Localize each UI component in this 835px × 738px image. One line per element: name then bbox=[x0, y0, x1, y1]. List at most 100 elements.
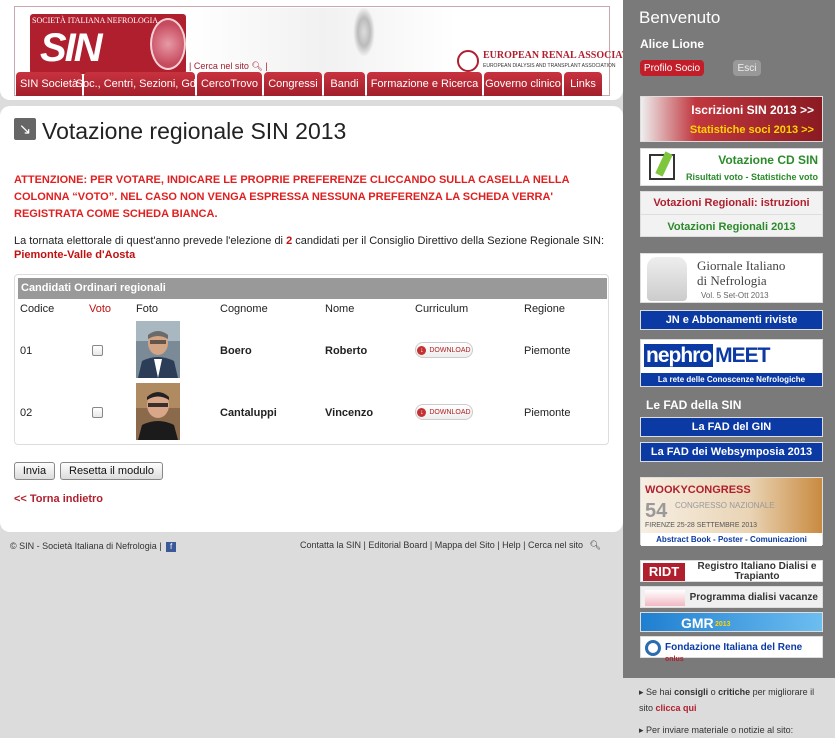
note-critiche: critiche bbox=[718, 687, 751, 697]
intro-before: La tornata elettorale di quest'anno prev… bbox=[14, 235, 287, 247]
vote-checkbox[interactable] bbox=[92, 345, 103, 356]
reset-button[interactable]: Resetta il modulo bbox=[60, 462, 163, 480]
nav-governo-clinico[interactable]: Governo clinico bbox=[484, 72, 562, 96]
programma-dialisi-banner[interactable]: Programma dialisi vacanze bbox=[640, 586, 823, 608]
gin-title-2: di Nefrologia bbox=[697, 273, 767, 288]
feedback-link[interactable]: clicca qui bbox=[656, 703, 697, 713]
profile-button[interactable]: Profilo Socio bbox=[640, 60, 704, 76]
gmr-label: GMR bbox=[681, 615, 714, 631]
iscrizioni-banner[interactable]: Iscrizioni SIN 2013 >> Statistiche soci … bbox=[640, 96, 823, 142]
vote-checkbox[interactable] bbox=[92, 407, 103, 418]
col-regione: Regione bbox=[524, 303, 565, 315]
header-search-label: | Cerca nel sito bbox=[189, 61, 249, 71]
ridt-logo: RIDT bbox=[643, 563, 685, 581]
main-content: ↘ Votazione regionale SIN 2013 ATTENZION… bbox=[0, 106, 623, 532]
statistiche-label: Statistiche soci 2013 >> bbox=[689, 124, 814, 136]
download-cv-button[interactable]: ↓ DOWNLOAD bbox=[415, 404, 473, 420]
nav-sin-societa[interactable]: SIN Società bbox=[16, 72, 82, 96]
footer-links[interactable]: Contatta la SIN | Editorial Board | Mapp… bbox=[300, 540, 601, 551]
page: SOCIETÀ ITALIANA NEFROLOGIA SIN | Cerca … bbox=[0, 0, 835, 735]
votazione-cd-banner[interactable]: Votazione CD SIN Risultati voto - Statis… bbox=[640, 148, 823, 186]
fad-gin-link[interactable]: La FAD del GIN bbox=[640, 417, 823, 437]
nav-bandi[interactable]: Bandi bbox=[324, 72, 365, 96]
nav-links[interactable]: Links bbox=[564, 72, 602, 96]
fad-heading: Le FAD della SIN bbox=[646, 398, 742, 412]
gmr-banner[interactable]: GMR 2013 bbox=[640, 612, 823, 632]
era-subtitle: EUROPEAN DIALYSIS AND TRANSPLANT ASSOCIA… bbox=[483, 63, 616, 69]
cell-nome: Vincenzo bbox=[325, 407, 374, 419]
page-title: Votazione regionale SIN 2013 bbox=[42, 118, 347, 144]
fondazione-name: Fondazione Italiana del Rene bbox=[665, 642, 803, 653]
cell-codice: 01 bbox=[20, 345, 33, 357]
note-part: o bbox=[708, 687, 719, 697]
ballot-icon bbox=[649, 154, 675, 180]
votazione-cd-label: Votazione CD SIN bbox=[718, 153, 818, 167]
logout-button[interactable]: Esci bbox=[733, 60, 761, 76]
cell-cognome: Cantaluppi bbox=[220, 407, 277, 419]
nephromeet-sub: La rete delle Conoscenze Nefrologiche bbox=[641, 373, 822, 386]
wooky-number: 54 bbox=[645, 500, 668, 522]
era-emblem-icon bbox=[457, 50, 479, 72]
water-drop-image bbox=[353, 7, 375, 57]
votazioni-regionali-link[interactable]: Votazioni Regionali 2013 bbox=[641, 221, 822, 233]
table-row: 02 Cantaluppi Vincenzo ↓ DOWNLOAD Piemont… bbox=[15, 382, 608, 442]
nephromeet-banner[interactable]: nephro MEET La rete delle Conoscenze Nefr… bbox=[640, 339, 823, 387]
fondazione-tag: onlus bbox=[665, 656, 684, 663]
candidate-photo bbox=[136, 321, 180, 378]
sin-logo[interactable]: SOCIETÀ ITALIANA NEFROLOGIA SIN bbox=[30, 14, 186, 74]
note-consigli: consigli bbox=[674, 687, 709, 697]
ridt-text: Registro Italiano Dialisi e Trapianto bbox=[697, 561, 817, 582]
header-search-link[interactable]: | Cerca nel sito 🔍︎ | bbox=[189, 61, 268, 72]
votazioni-istruzioni-link[interactable]: Votazioni Regionali: istruzioni bbox=[641, 197, 822, 209]
wooky-sub: Abstract Book - Poster - Comunicazioni bbox=[641, 533, 822, 546]
arrow-icon: ↘ bbox=[14, 118, 36, 140]
col-nome: Nome bbox=[325, 303, 355, 315]
cell-regione: Piemonte bbox=[524, 345, 571, 357]
kidney-icon bbox=[150, 18, 186, 70]
era-logo[interactable]: EUROPEAN RENAL ASSOCIATION EUROPEAN DIAL… bbox=[457, 49, 647, 73]
nephro-text: nephro bbox=[644, 344, 714, 367]
facebook-icon[interactable]: f bbox=[166, 541, 177, 552]
region-name: Piemonte-Valle d'Aosta bbox=[14, 249, 136, 261]
jn-abbonamenti-link[interactable]: JN e Abbonamenti riviste bbox=[640, 310, 823, 330]
col-curriculum: Curriculum bbox=[415, 303, 469, 315]
col-foto: Foto bbox=[136, 303, 159, 315]
note-part: Se hai bbox=[646, 687, 675, 697]
gmr-year: 2013 bbox=[715, 621, 731, 628]
fondazione-banner[interactable]: Fondazione Italiana del Rene onlus bbox=[640, 636, 823, 663]
col-codice: Codice bbox=[20, 303, 55, 315]
cell-cognome: Boero bbox=[220, 345, 252, 357]
votazioni-regionali-box: Votazioni Regionali: istruzioni Votazion… bbox=[640, 191, 823, 237]
download-icon: ↓ bbox=[417, 407, 427, 417]
wooky-city: FIRENZE 25-28 SETTEMBRE 2013 bbox=[645, 522, 758, 529]
table-row: 01 Boero Roberto ↓ DOWNLOAD Piemonte bbox=[15, 320, 608, 380]
main-nav: SIN Società Soc., Centri, Sezioni, GdS C… bbox=[16, 72, 602, 96]
ridt-banner[interactable]: RIDT Registro Italiano Dialisi e Trapian… bbox=[640, 560, 823, 582]
wooky-title: WOOKYCONGRESS bbox=[645, 484, 751, 496]
wookycongress-banner[interactable]: WOOKYCONGRESS 54 CONGRESSO NAZIONALE FIR… bbox=[640, 477, 823, 546]
send-material-note: ▸ Per inviare materiale o notizie al sit… bbox=[639, 725, 794, 735]
download-cv-button[interactable]: ↓ DOWNLOAD bbox=[415, 342, 473, 358]
search-icon: 🔍︎ bbox=[251, 61, 263, 71]
nav-soc-centri[interactable]: Soc., Centri, Sezioni, GdS bbox=[76, 72, 203, 96]
col-voto: Voto bbox=[89, 303, 112, 315]
iscrizioni-label: Iscrizioni SIN 2013 >> bbox=[691, 103, 814, 117]
back-link[interactable]: << Torna indietro bbox=[14, 493, 103, 505]
fad-websymposia-link[interactable]: La FAD dei Websymposia 2013 bbox=[640, 442, 823, 462]
download-label: DOWNLOAD bbox=[429, 408, 471, 416]
sidebar-notes: ▸ Se hai consigli o critiche per miglior… bbox=[623, 678, 835, 735]
download-label: DOWNLOAD bbox=[429, 346, 471, 354]
nephromeet-logo: nephro MEET bbox=[644, 344, 772, 368]
warning-text: ATTENZIONE: PER VOTARE, INDICARE LE PROP… bbox=[14, 174, 570, 220]
intro-after: candidati per il Consiglio Direttivo del… bbox=[292, 235, 605, 247]
logo-top-text: SOCIETÀ ITALIANA NEFROLOGIA bbox=[32, 16, 159, 25]
submit-button[interactable]: Invia bbox=[14, 462, 55, 480]
nav-cercotrovo[interactable]: CercoTrovo bbox=[197, 72, 262, 96]
nav-formazione[interactable]: Formazione e Ricerca bbox=[367, 72, 482, 96]
footer-links-text: Contatta la SIN | Editorial Board | Mapp… bbox=[300, 540, 583, 550]
nav-congressi[interactable]: Congressi bbox=[264, 72, 322, 96]
download-icon: ↓ bbox=[417, 345, 427, 355]
table-title: Candidati Ordinari regionali bbox=[18, 278, 607, 299]
house-icon bbox=[645, 590, 685, 606]
gin-banner[interactable]: Giornale Italiano di Nefrologia Vol. 5 S… bbox=[640, 253, 823, 303]
